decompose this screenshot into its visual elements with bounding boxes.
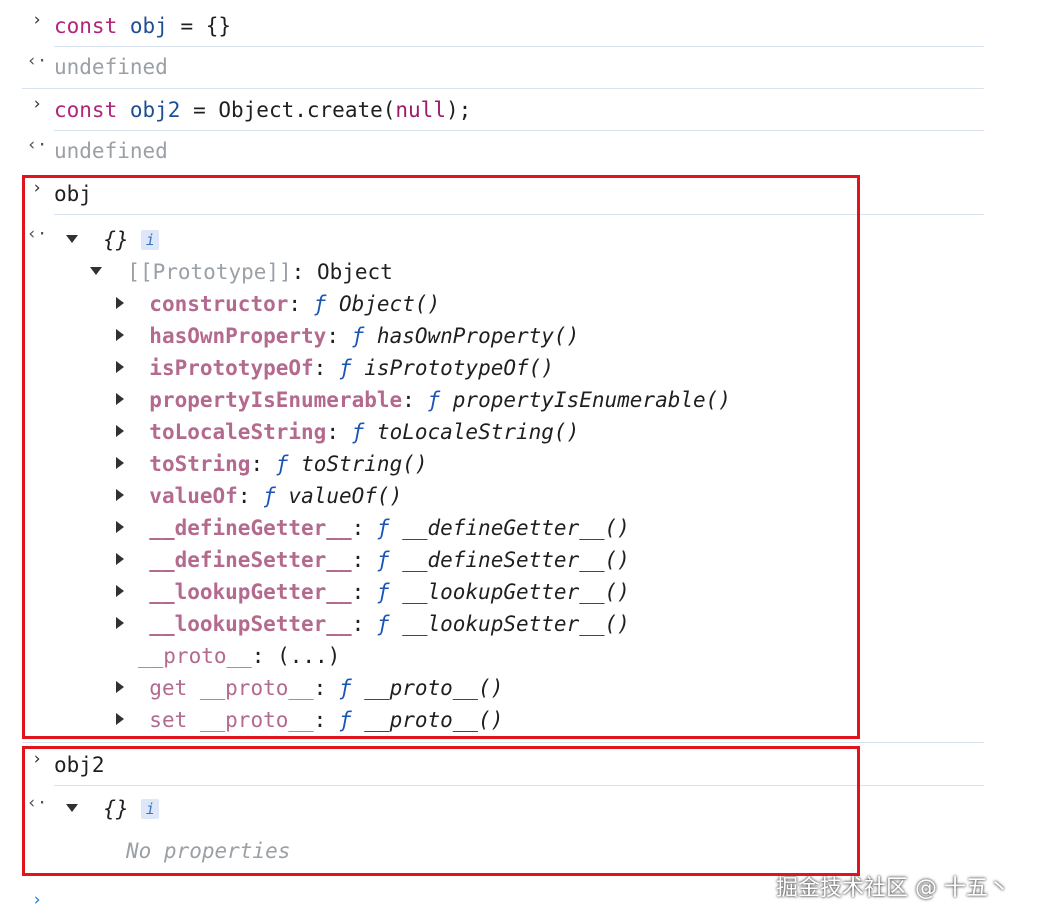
output-arrow-icon: ‹·: [26, 51, 48, 71]
variable: obj: [129, 14, 168, 38]
code-rest: = {}: [167, 14, 232, 38]
keyword: const: [54, 98, 118, 122]
separator: [22, 742, 984, 743]
console-input-line[interactable]: const obj2 = Object.create(null);: [54, 94, 471, 126]
output-arrow-icon: ‹·: [26, 135, 48, 155]
console-result: undefined: [54, 139, 168, 163]
separator: [54, 130, 984, 131]
watermark: 掘金技术社区 @ 十五丶: [776, 876, 1010, 901]
null-literal: null: [395, 98, 446, 122]
input-chevron-icon: ›: [31, 10, 43, 30]
variable: obj2: [129, 98, 181, 122]
highlight-box-obj2: [22, 746, 860, 876]
highlight-box-obj: [22, 175, 860, 739]
console-prompt-icon[interactable]: ›: [26, 890, 48, 910]
console-result: undefined: [54, 55, 168, 79]
separator: [54, 46, 984, 47]
input-chevron-icon: ›: [31, 94, 43, 114]
keyword: const: [54, 14, 118, 38]
code-rest: = Object.create(: [180, 98, 396, 122]
separator: [22, 88, 984, 89]
console-input-line[interactable]: const obj = {}: [54, 10, 231, 42]
code-rest: );: [445, 98, 472, 122]
